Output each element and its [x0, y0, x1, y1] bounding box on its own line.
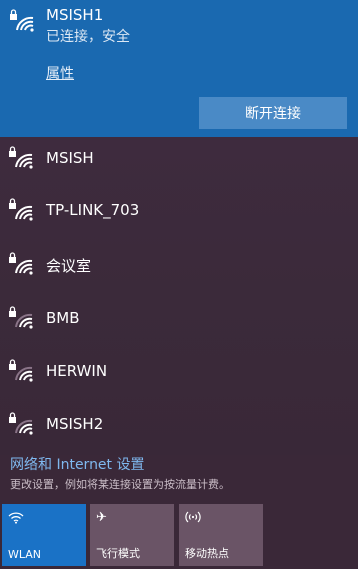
hotspot-icon: [185, 510, 201, 528]
connected-ssid: MSISH1: [46, 6, 104, 24]
wifi-secured-icon: [8, 251, 36, 281]
network-name: MSISH: [46, 149, 94, 167]
wifi-secured-icon: [8, 197, 36, 227]
mobile-hotspot-tile[interactable]: 移动热点: [179, 504, 263, 566]
network-name: HERWIN: [46, 362, 108, 380]
wlan-tile-label: WLAN: [8, 548, 42, 561]
wifi-icon: [8, 510, 24, 528]
network-name: BMB: [46, 309, 80, 327]
network-item[interactable]: MSISH: [0, 137, 358, 183]
network-list: MSISH TP-LINK_703 会议室 BMB HERWIN MSISH2: [0, 137, 358, 455]
settings-description: 更改设置，例如将某连接设置为按流量计费。: [10, 478, 230, 491]
network-settings-link[interactable]: 网络和 Internet 设置: [10, 454, 145, 474]
network-item[interactable]: HERWIN: [0, 350, 358, 396]
wifi-secured-weak-icon: [8, 305, 36, 335]
wifi-secured-weak-icon: [8, 358, 36, 388]
airplane-icon: ✈: [96, 510, 107, 525]
network-item[interactable]: BMB: [0, 297, 358, 343]
network-item[interactable]: MSISH2: [0, 403, 358, 449]
network-name: 会议室: [46, 257, 92, 275]
airplane-mode-label: 飞行模式: [96, 547, 140, 560]
connected-network-panel[interactable]: MSISH1 已连接，安全 属性 断开连接: [0, 0, 358, 137]
network-name: TP-LINK_703: [46, 201, 140, 219]
wifi-secured-icon: [9, 8, 37, 38]
connection-status: 已连接，安全: [46, 29, 130, 45]
properties-link[interactable]: 属性: [46, 63, 74, 83]
network-item[interactable]: 会议室: [0, 243, 358, 289]
wlan-tile[interactable]: WLAN: [2, 504, 86, 566]
network-name: MSISH2: [46, 415, 104, 433]
airplane-mode-tile[interactable]: ✈ 飞行模式: [90, 504, 174, 566]
disconnect-button[interactable]: 断开连接: [199, 97, 347, 129]
wifi-secured-icon: [8, 145, 36, 175]
wifi-secured-weak-icon: [8, 411, 36, 441]
network-item[interactable]: TP-LINK_703: [0, 189, 358, 235]
mobile-hotspot-label: 移动热点: [185, 547, 229, 560]
